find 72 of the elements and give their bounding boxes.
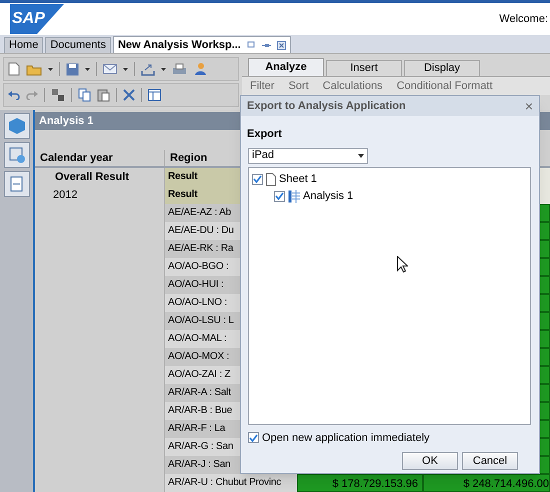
- document-icon[interactable]: [4, 171, 30, 197]
- swap-icon[interactable]: [51, 88, 65, 102]
- delete-icon[interactable]: [123, 89, 135, 101]
- toolbar-item[interactable]: Filter: [250, 78, 274, 94]
- caret-icon[interactable]: [161, 68, 166, 70]
- cube-icon[interactable]: [4, 113, 30, 139]
- checkbox-label: Open new application immediately: [262, 430, 430, 446]
- new-document-icon[interactable]: [8, 62, 20, 76]
- section-title: Export: [247, 127, 283, 142]
- table-cell: Result: [168, 189, 198, 200]
- dialog-title: Export to Analysis Application: [247, 98, 406, 114]
- page-icon: [266, 172, 276, 186]
- table-cell: AE/AE-AZ : Ab: [168, 207, 231, 218]
- printer-icon[interactable]: [172, 62, 187, 76]
- caret-icon[interactable]: [85, 68, 90, 70]
- table-cell: AR/AR-B : Bue: [168, 405, 232, 416]
- pointer-icon: [397, 256, 408, 272]
- paste-icon[interactable]: [97, 88, 110, 102]
- tab[interactable]: New Analysis Worksp...: [112, 36, 291, 53]
- person-icon[interactable]: [193, 62, 207, 76]
- export-icon[interactable]: [141, 62, 155, 76]
- caret-icon[interactable]: [48, 68, 53, 70]
- table-icon: [288, 190, 300, 202]
- data-icon[interactable]: [4, 142, 30, 168]
- column-header: Region: [170, 152, 208, 164]
- folder-icon[interactable]: [26, 62, 42, 76]
- table-cell: AO/AO-HUI :: [168, 279, 224, 290]
- tree-item[interactable]: Analysis 1: [303, 188, 354, 204]
- table-cell: AE/AE-DU : Du: [168, 225, 234, 236]
- logo: SAP: [10, 4, 64, 34]
- envelope-icon[interactable]: [103, 64, 117, 74]
- welcome-text: Welcome:: [499, 12, 548, 27]
- toolbar-item[interactable]: Calculations: [322, 78, 383, 94]
- toolbar-item[interactable]: Conditional Formatt: [396, 78, 493, 94]
- dialog-button[interactable]: OK: [402, 452, 458, 470]
- table-cell: AO/AO-ZAI : Z: [168, 369, 230, 380]
- column-header: Calendar year: [35, 150, 165, 166]
- close-icon[interactable]: [276, 40, 286, 50]
- table-cell: AO/AO-MOX :: [168, 351, 230, 362]
- tab[interactable]: Documents: [45, 37, 111, 53]
- table-cell: AO/AO-LNO :: [168, 297, 227, 308]
- caret-icon[interactable]: [123, 68, 128, 70]
- table-cell: AR/AR-F : La: [168, 423, 226, 434]
- table-cell: AO/AO-MAL :: [168, 333, 227, 344]
- ribbon-tab[interactable]: Analyze: [248, 58, 324, 76]
- restore-icon[interactable]: [246, 40, 256, 50]
- save-icon[interactable]: [66, 62, 79, 76]
- tree-item[interactable]: Sheet 1: [279, 170, 317, 188]
- checkbox[interactable]: [274, 190, 285, 202]
- toolbar-item[interactable]: Sort: [288, 78, 309, 94]
- ribbon-tab[interactable]: Insert: [326, 60, 402, 76]
- table-cell: AO/AO-LSU : L: [168, 315, 234, 326]
- caret-icon: [358, 154, 364, 158]
- table-cell: AR/AR-J : San: [168, 459, 230, 470]
- undo-icon[interactable]: [8, 90, 20, 100]
- checkbox[interactable]: [252, 174, 263, 184]
- table-cell: AR/AR-U : Chubut Provinc: [168, 477, 282, 488]
- table-cell: AE/AE-RK : Ra: [168, 243, 234, 254]
- table-cell: AR/AR-A : Salt: [168, 387, 231, 398]
- table-cell: AO/AO-BGO :: [168, 261, 229, 272]
- close-button[interactable]: ×: [524, 99, 533, 113]
- table-cell: AR/AR-G : San: [168, 441, 234, 452]
- checkbox[interactable]: [248, 432, 259, 444]
- table-cell: $ 248.714.496.00: [423, 474, 550, 492]
- ribbon-tab[interactable]: Display: [404, 60, 480, 76]
- dialog-button[interactable]: Cancel: [462, 452, 518, 470]
- tab[interactable]: Home: [4, 37, 44, 53]
- copy-icon[interactable]: [78, 88, 91, 102]
- table-cell: Result: [168, 171, 198, 182]
- layout-icon[interactable]: [148, 89, 161, 101]
- format-dropdown[interactable]: iPad: [248, 148, 368, 164]
- table-cell: $ 178.729.153.96: [297, 474, 423, 492]
